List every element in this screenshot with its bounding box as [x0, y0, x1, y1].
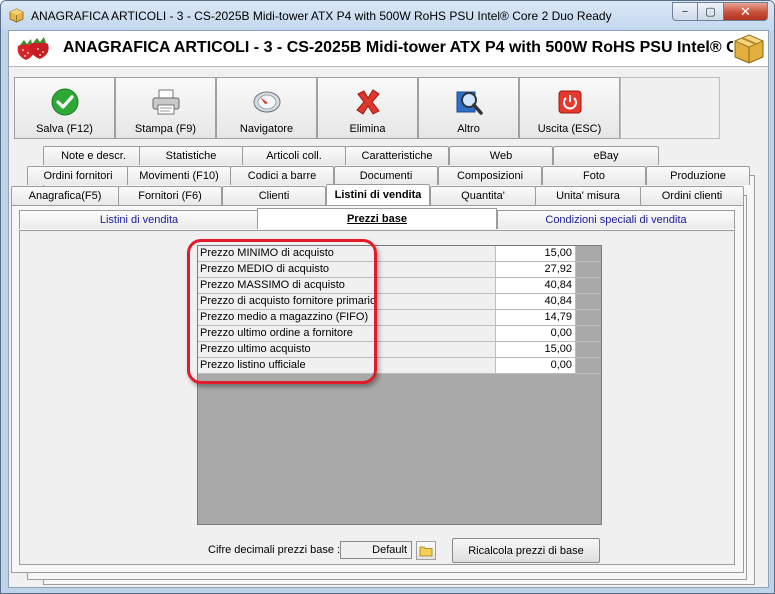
minimize-icon: −	[681, 5, 689, 18]
window-title: ANAGRAFICA ARTICOLI - 3 - CS-2025B Midi-…	[31, 9, 612, 23]
subtab-prezzi-base[interactable]: Prezzi base	[257, 208, 497, 229]
price-value[interactable]: 0,00	[496, 326, 576, 341]
tab-anagrafica[interactable]: Anagrafica(F5)	[11, 186, 119, 205]
application-window: ANAGRAFICA ARTICOLI - 3 - CS-2025B Midi-…	[0, 0, 775, 594]
price-value[interactable]: 27,92	[496, 262, 576, 277]
price-value[interactable]: 40,84	[496, 294, 576, 309]
recalc-prices-button[interactable]: Ricalcola prezzi di base	[452, 538, 600, 563]
folder-button[interactable]	[416, 541, 436, 560]
magnifier-icon	[454, 87, 484, 117]
maximize-icon: ▢	[705, 6, 716, 18]
tab-ordini-fornitori[interactable]: Ordini fornitori	[27, 166, 129, 185]
tab-documenti[interactable]: Documenti	[334, 166, 438, 185]
delete-button[interactable]: Elimina	[317, 77, 418, 139]
price-label: Prezzo MINIMO di acquisto	[198, 246, 496, 261]
tab-movimenti[interactable]: Movimenti (F10)	[127, 166, 231, 185]
title-bar[interactable]: ANAGRAFICA ARTICOLI - 3 - CS-2025B Midi-…	[1, 1, 774, 30]
tab-fornitori[interactable]: Fornitori (F6)	[118, 186, 222, 205]
checkmark-icon	[50, 87, 80, 117]
price-row[interactable]: Prezzo medio a magazzino (FIFO) 14,79	[198, 310, 601, 326]
print-button[interactable]: Stampa (F9)	[115, 77, 216, 139]
window-controls: − ▢ ✕	[672, 2, 768, 21]
maximize-button[interactable]: ▢	[698, 2, 724, 21]
price-value[interactable]: 40,84	[496, 278, 576, 293]
tab-produzione[interactable]: Produzione	[646, 166, 750, 185]
other-button[interactable]: Altro	[418, 77, 519, 139]
tab-listini-vendita[interactable]: Listini di vendita	[326, 184, 430, 205]
client-area: ANAGRAFICA ARTICOLI - 3 - CS-2025B Midi-…	[8, 30, 769, 588]
price-value[interactable]: 15,00	[496, 246, 576, 261]
tab-statistiche[interactable]: Statistiche	[139, 146, 243, 165]
price-value[interactable]: 15,00	[496, 342, 576, 357]
price-label: Prezzo MASSIMO di acquisto	[198, 278, 496, 293]
tab-unita-misura[interactable]: Unita' misura	[535, 186, 641, 205]
strawberry-icon	[17, 37, 49, 60]
price-row[interactable]: Prezzo di acquisto fornitore primario 40,…	[198, 294, 601, 310]
tab-clienti[interactable]: Clienti	[222, 186, 326, 205]
subtab-condizioni-speciali[interactable]: Condizioni speciali di vendita	[497, 210, 735, 229]
price-value[interactable]: 14,79	[496, 310, 576, 325]
tab-note[interactable]: Note e descr.	[43, 146, 144, 165]
prices-grid: Prezzo MINIMO di acquisto 15,00 Prezzo MED…	[197, 245, 602, 525]
prices-grid-rows: Prezzo MINIMO di acquisto 15,00 Prezzo MED…	[198, 246, 601, 374]
navigator-button[interactable]: Navigatore	[216, 77, 317, 139]
delete-x-icon	[353, 87, 383, 117]
folder-icon	[419, 546, 433, 556]
page-title: ANAGRAFICA ARTICOLI - 3 - CS-2025B Midi-…	[63, 39, 738, 56]
price-value[interactable]: 0,00	[496, 358, 576, 373]
close-button[interactable]: ✕	[724, 2, 768, 21]
power-icon	[555, 87, 585, 117]
close-icon: ✕	[740, 3, 751, 19]
prezzi-base-panel: Prezzo MINIMO di acquisto 15,00 Prezzo MED…	[19, 230, 735, 565]
package-icon	[733, 33, 765, 65]
subtab-listini-vendita[interactable]: Listini di vendita	[19, 210, 259, 229]
exit-label: Uscita (ESC)	[537, 123, 602, 135]
other-label: Altro	[457, 123, 480, 135]
save-button[interactable]: Salva (F12)	[14, 77, 115, 139]
tab-quantita[interactable]: Quantita'	[430, 186, 536, 205]
decimals-label: Cifre decimali prezzi base :	[208, 544, 341, 556]
header-banner: ANAGRAFICA ARTICOLI - 3 - CS-2025B Midi-…	[9, 31, 768, 67]
decimals-field[interactable]: Default	[340, 541, 412, 559]
price-row[interactable]: Prezzo MEDIO di acquisto 27,92	[198, 262, 601, 278]
tab-ordini-clienti[interactable]: Ordini clienti	[640, 186, 744, 205]
price-row[interactable]: Prezzo ultimo ordine a fornitore 0,00	[198, 326, 601, 342]
tab-composizioni[interactable]: Composizioni	[438, 166, 542, 185]
tab-caratteristiche[interactable]: Caratteristiche	[345, 146, 449, 165]
price-row[interactable]: Prezzo MINIMO di acquisto 15,00	[198, 246, 601, 262]
price-label: Prezzo ultimo ordine a fornitore	[198, 326, 496, 341]
toolbar: Salva (F12) Stampa (F9) Navigatore Elimi…	[14, 77, 720, 139]
printer-icon	[151, 87, 181, 117]
price-row[interactable]: Prezzo ultimo acquisto 15,00	[198, 342, 601, 358]
empty-toolbar-slot	[620, 77, 720, 139]
price-label: Prezzo MEDIO di acquisto	[198, 262, 496, 277]
price-label: Prezzo listino ufficiale	[198, 358, 496, 373]
price-label: Prezzo di acquisto fornitore primario	[198, 294, 496, 309]
navigator-label: Navigatore	[239, 123, 294, 135]
decimals-row: Cifre decimali prezzi base : Default Ric…	[20, 537, 736, 563]
save-label: Salva (F12)	[36, 123, 93, 135]
tab-codici-barre[interactable]: Codici a barre	[230, 166, 334, 185]
box-icon	[9, 8, 24, 23]
delete-label: Elimina	[349, 123, 386, 135]
price-row[interactable]: Prezzo MASSIMO di acquisto 40,84	[198, 278, 601, 294]
minimize-button[interactable]: −	[672, 2, 698, 21]
price-label: Prezzo medio a magazzino (FIFO)	[198, 310, 496, 325]
compass-icon	[252, 87, 282, 117]
tab-ebay[interactable]: eBay	[553, 146, 659, 165]
tab-web[interactable]: Web	[449, 146, 553, 165]
price-row[interactable]: Prezzo listino ufficiale 0,00	[198, 358, 601, 374]
exit-button[interactable]: Uscita (ESC)	[519, 77, 620, 139]
print-label: Stampa (F9)	[134, 123, 197, 135]
price-label: Prezzo ultimo acquisto	[198, 342, 496, 357]
tab-foto[interactable]: Foto	[542, 166, 646, 185]
tab-articoli-coll[interactable]: Articoli coll.	[242, 146, 346, 165]
